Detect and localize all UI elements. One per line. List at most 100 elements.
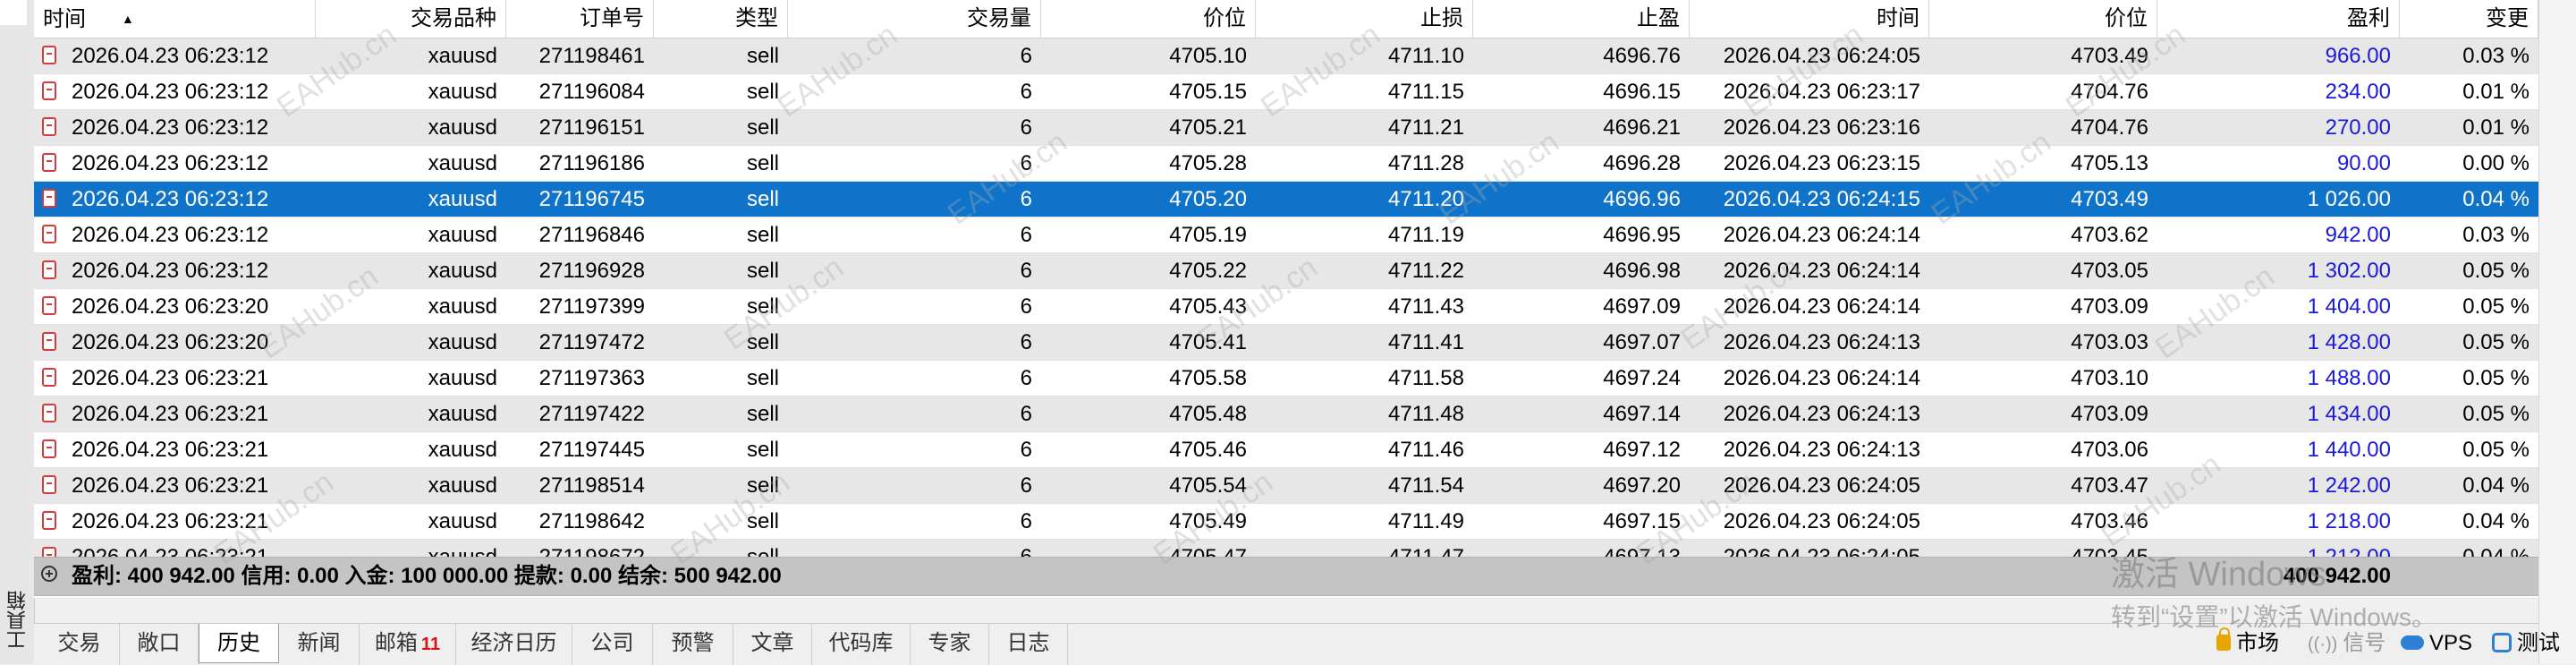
cell-change: 0.03 %	[2462, 44, 2529, 68]
status-vps[interactable]: VPS	[2401, 623, 2472, 664]
table-row[interactable]: 2026.04.23 06:23:21 xauusd 271197422 sell 6 4…	[34, 396, 2538, 432]
cell-price: 4705.43	[1169, 294, 1247, 319]
tab-4[interactable]: 邮箱 11	[360, 624, 456, 665]
header-col-volume[interactable]: 交易量	[788, 0, 1041, 38]
tab-9[interactable]: 代码库	[812, 624, 911, 665]
cell-sl: 4711.48	[1388, 402, 1464, 426]
status-market[interactable]: 市场	[2216, 623, 2279, 664]
table-row[interactable]: 2026.04.23 06:23:12 xauusd 271196151 sell 6 4…	[34, 110, 2538, 146]
table-row[interactable]: 2026.04.23 06:23:21 xauusd 271198514 sell 6 4…	[34, 468, 2538, 504]
header-col-sl[interactable]: 止损	[1256, 0, 1473, 38]
sort-ascending-icon[interactable]: ▲	[122, 0, 134, 38]
cell-price: 4705.41	[1169, 330, 1247, 354]
table-row[interactable]: 2026.04.23 06:23:21 xauusd 271198642 sell 6 4…	[34, 504, 2538, 540]
cell-price: 4705.54	[1169, 473, 1247, 498]
table-row[interactable]: 2026.04.23 06:23:12 xauusd 271198461 sell 6 4…	[34, 38, 2538, 74]
status-market-label: 市场	[2236, 631, 2279, 655]
header-col-profit[interactable]: 盈利	[2157, 0, 2400, 38]
table-row[interactable]: 2026.04.23 06:23:21 xauusd 271197445 sell 6 4…	[34, 432, 2538, 468]
cell-time-text: 2026.04.23 06:23:12	[72, 223, 269, 247]
cell-change: 0.05 %	[2462, 330, 2529, 354]
cell-volume: 6	[1020, 294, 1032, 319]
cell-symbol: xauusd	[428, 330, 497, 354]
header-col-close-time[interactable]: 时间	[1690, 0, 1929, 38]
table-row[interactable]: 2026.04.23 06:23:12 xauusd 271196186 sell 6 4…	[34, 146, 2538, 182]
cell-price: 4705.22	[1169, 259, 1247, 283]
cell-close-time: 2026.04.23 06:23:17	[1723, 80, 1920, 104]
status-signal-label: 信号	[2343, 631, 2386, 655]
cell-symbol: xauusd	[428, 366, 497, 390]
tab-7[interactable]: 预警	[653, 624, 733, 665]
cell-order: 271196084	[538, 80, 645, 104]
cell-close-time: 2026.04.23 06:24:13	[1723, 402, 1920, 426]
tab-2[interactable]: 历史	[199, 624, 279, 663]
toolbox-label[interactable]: 工具箱	[4, 591, 30, 650]
order-document-icon	[42, 332, 56, 351]
cell-volume: 6	[1020, 80, 1032, 104]
table-row[interactable]: 2026.04.23 06:23:12 xauusd 271196846 sell 6 4…	[34, 217, 2538, 253]
header-col-tp[interactable]: 止盈	[1473, 0, 1690, 38]
cell-price: 4705.20	[1169, 187, 1247, 211]
order-document-icon	[42, 439, 56, 458]
tab-label: 文章	[750, 631, 794, 655]
tab-5[interactable]: 经济日历	[456, 624, 572, 665]
header-col-order[interactable]: 订单号	[506, 0, 654, 38]
table-row[interactable]: 2026.04.23 06:23:12 xauusd 271196084 sell 6 4…	[34, 74, 2538, 110]
cell-type: sell	[746, 509, 779, 533]
table-row[interactable]: 2026.04.23 06:23:20 xauusd 271197472 sell 6 4…	[34, 325, 2538, 361]
status-test-label: 测试	[2517, 631, 2560, 655]
cell-tp: 4697.24	[1603, 366, 1681, 390]
tab-6[interactable]: 公司	[572, 624, 653, 665]
tester-icon	[2492, 632, 2512, 652]
cell-close-price: 4703.05	[2071, 259, 2148, 283]
cell-order: 271196928	[538, 259, 645, 283]
cell-profit: 270.00	[2325, 115, 2391, 140]
status-signal[interactable]: ((·)) 信号	[2308, 623, 2385, 665]
cell-time: 2026.04.23 06:23:12	[34, 38, 316, 73]
cell-close-price: 4703.03	[2071, 330, 2148, 354]
cell-time: 2026.04.23 06:23:12	[34, 253, 316, 288]
tab-11[interactable]: 日志	[989, 624, 1068, 665]
cell-tp: 4696.21	[1603, 115, 1681, 140]
cell-change: 0.04 %	[2462, 473, 2529, 498]
cell-close-price: 4703.06	[2071, 438, 2148, 462]
cell-price: 4705.28	[1169, 151, 1247, 175]
tab-0[interactable]: 交易	[39, 624, 120, 665]
cell-time: 2026.04.23 06:23:21	[34, 361, 316, 396]
expand-plus-icon[interactable]	[41, 566, 57, 582]
cell-order: 271196186	[538, 151, 645, 175]
vertical-scrollbar[interactable]	[2538, 0, 2576, 664]
table-row[interactable]: 2026.04.23 06:23:12 xauusd 271196928 sell 6 4…	[34, 253, 2538, 289]
header-col-price[interactable]: 价位	[1041, 0, 1256, 38]
cell-type: sell	[746, 259, 779, 283]
cell-close-price: 4703.47	[2071, 473, 2148, 498]
header-col-symbol[interactable]: 交易品种	[316, 0, 506, 38]
tab-1[interactable]: 敞口	[120, 624, 199, 665]
tab-3[interactable]: 新闻	[279, 624, 360, 665]
status-vps-label: VPS	[2429, 631, 2473, 655]
table-row[interactable]: 2026.04.23 06:23:21 xauusd 271197363 sell 6 4…	[34, 361, 2538, 396]
table-row[interactable]: 2026.04.23 06:23:12 xauusd 271196745 sell 6 4…	[34, 182, 2538, 217]
header-col-close-price[interactable]: 价位	[1929, 0, 2157, 38]
tab-8[interactable]: 文章	[733, 624, 812, 665]
header-col-time[interactable]: 时间 ▲	[34, 0, 316, 38]
cell-type: sell	[746, 366, 779, 390]
status-test[interactable]: 测试	[2492, 623, 2560, 664]
cell-order: 271197399	[538, 294, 645, 319]
cell-change: 0.05 %	[2462, 294, 2529, 319]
cloud-icon	[2401, 635, 2424, 650]
order-document-icon	[42, 296, 56, 315]
cell-profit: 1 242.00	[2307, 473, 2391, 498]
cell-close-time: 2026.04.23 06:24:05	[1723, 44, 1920, 68]
cell-volume: 6	[1020, 259, 1032, 283]
table-row[interactable]: 2026.04.23 06:23:20 xauusd 271197399 sell 6 4…	[34, 289, 2538, 325]
cell-sl: 4711.20	[1388, 187, 1464, 211]
cell-time-text: 2026.04.23 06:23:20	[72, 294, 269, 319]
cell-type: sell	[746, 115, 779, 140]
cell-close-price: 4703.49	[2071, 44, 2148, 68]
cell-tp: 4697.12	[1603, 438, 1681, 462]
cell-type: sell	[746, 294, 779, 319]
header-col-type[interactable]: 类型	[654, 0, 788, 38]
tab-10[interactable]: 专家	[911, 624, 989, 665]
header-col-change[interactable]: 变更	[2400, 0, 2538, 38]
